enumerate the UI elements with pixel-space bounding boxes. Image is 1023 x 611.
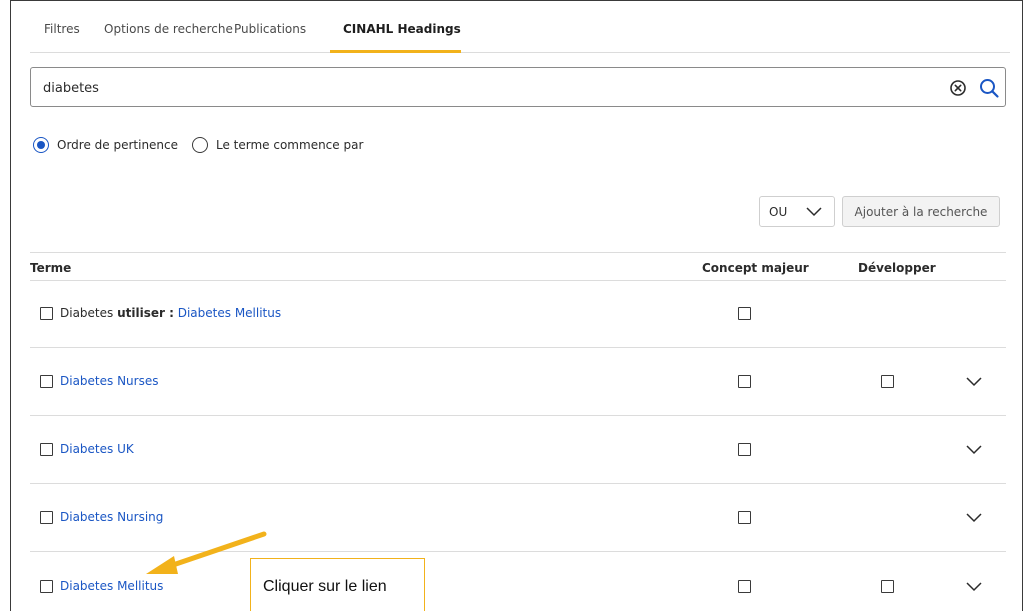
boolean-operator-value: OU — [769, 205, 788, 219]
active-tab-indicator — [330, 50, 461, 53]
radio-relevance-indicator[interactable] — [33, 137, 49, 153]
table-row: Diabetes UK — [30, 416, 1006, 484]
term-link[interactable]: Diabetes Nursing — [60, 510, 163, 524]
major-concept-checkbox[interactable] — [738, 375, 751, 388]
term-link[interactable]: Diabetes Nurses — [60, 374, 158, 388]
term-link[interactable]: Diabetes Mellitus — [178, 306, 281, 320]
tab-publications[interactable]: Publications — [234, 22, 306, 36]
radio-relevance[interactable]: Ordre de pertinence — [33, 137, 178, 153]
radio-starts-with-indicator[interactable] — [192, 137, 208, 153]
use-label: utiliser : — [117, 306, 174, 320]
major-concept-checkbox[interactable] — [738, 580, 751, 593]
term-prefix: Diabetes — [60, 306, 114, 320]
boolean-operator-select[interactable]: OU — [759, 196, 835, 227]
search-box — [30, 67, 1006, 107]
radio-starts-with[interactable]: Le terme commence par — [192, 137, 363, 153]
row-select-checkbox[interactable] — [40, 307, 53, 320]
annotation-callout: Cliquer sur le lien — [250, 558, 425, 611]
term-link[interactable]: Diabetes UK — [60, 442, 134, 456]
row-select-checkbox[interactable] — [40, 443, 53, 456]
row-select-checkbox[interactable] — [40, 511, 53, 524]
major-concept-checkbox[interactable] — [738, 511, 751, 524]
header-term: Terme — [30, 261, 72, 275]
term-cell: Diabetes Nursing — [60, 510, 163, 524]
explode-checkbox[interactable] — [881, 580, 894, 593]
header-major-concept: Concept majeur — [702, 261, 809, 275]
row-select-checkbox[interactable] — [40, 375, 53, 388]
chevron-down-icon — [806, 207, 822, 217]
radio-relevance-label: Ordre de pertinence — [57, 138, 179, 152]
term-cell: Diabetes utiliser : Diabetes Mellitus — [60, 306, 281, 320]
major-concept-checkbox[interactable] — [738, 307, 751, 320]
term-cell: Diabetes Nurses — [60, 374, 158, 388]
add-to-search-button[interactable]: Ajouter à la recherche — [842, 196, 1000, 227]
term-link[interactable]: Diabetes Mellitus — [60, 579, 163, 593]
table-row: Diabetes utiliser : Diabetes Mellitus — [30, 281, 1006, 348]
term-cell: Diabetes UK — [60, 442, 134, 456]
row-select-checkbox[interactable] — [40, 580, 53, 593]
search-input[interactable] — [43, 78, 923, 98]
tab-filters[interactable]: Filtres — [44, 22, 80, 36]
annotation-text: Cliquer sur le lien — [263, 578, 387, 595]
explode-checkbox[interactable] — [881, 375, 894, 388]
radio-starts-with-label: Le terme commence par — [216, 138, 364, 152]
tab-search-options[interactable]: Options de recherche — [104, 22, 233, 36]
chevron-down-icon[interactable] — [965, 375, 983, 389]
tab-cinahl-headings[interactable]: CINAHL Headings — [343, 22, 461, 36]
search-icon[interactable] — [978, 77, 1000, 99]
term-cell: Diabetes Mellitus — [60, 579, 163, 593]
chevron-down-icon[interactable] — [965, 580, 983, 594]
header-explode: Développer — [858, 261, 936, 275]
table-header: Terme Concept majeur Développer — [30, 252, 1006, 281]
table-row: Diabetes Nurses — [30, 348, 1006, 416]
clear-icon[interactable] — [949, 79, 967, 97]
chevron-down-icon[interactable] — [965, 443, 983, 457]
major-concept-checkbox[interactable] — [738, 443, 751, 456]
chevron-down-icon[interactable] — [965, 511, 983, 525]
tab-bar: Filtres Options de recherche Publication… — [30, 0, 1010, 53]
